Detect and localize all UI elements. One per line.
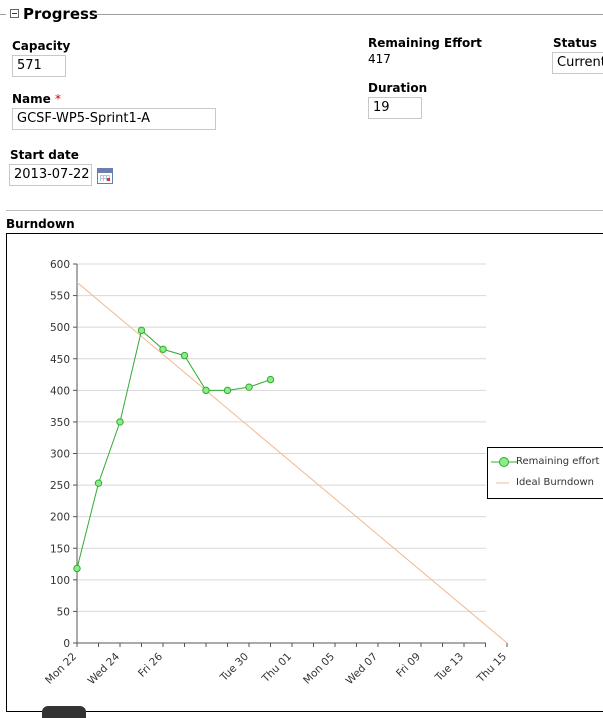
y-tick-label: 350 xyxy=(50,417,70,429)
remaining-effort-point xyxy=(116,418,124,426)
y-tick-label: 550 xyxy=(50,291,70,303)
remaining-effort-point xyxy=(266,375,275,384)
x-tick-label: Thu 15 xyxy=(474,651,509,686)
remaining-effort-point xyxy=(94,479,103,487)
x-tick-label: Tue 30 xyxy=(217,651,251,685)
remaining-effort-point xyxy=(159,345,167,353)
x-tick-label: Wed 24 xyxy=(86,650,123,687)
y-tick-label: 200 xyxy=(50,512,70,524)
chart-legend: Remaining effort Ideal Burndown xyxy=(487,447,603,499)
legend-label-remaining: Remaining effort xyxy=(516,456,600,467)
x-tick-label: Tue 13 xyxy=(432,651,466,685)
remaining-effort-point xyxy=(180,351,189,360)
y-tick-label: 300 xyxy=(50,449,70,461)
x-tick-label: Fri 26 xyxy=(136,650,165,679)
y-tick-label: 400 xyxy=(50,385,70,397)
remaining-effort-point xyxy=(137,326,146,335)
remaining-effort-line xyxy=(76,329,271,569)
y-tick-label: 50 xyxy=(57,606,70,618)
x-tick-label: Mon 05 xyxy=(301,651,337,687)
y-tick-label: 100 xyxy=(50,575,70,587)
legend-swatch-remaining xyxy=(491,457,517,467)
legend-label-ideal: Ideal Burndown xyxy=(516,477,594,488)
x-tick-label: Wed 07 xyxy=(344,651,380,687)
burndown-chart: 0 50 100 150 200 250 300 350 400 450 500 550 600 Mon … xyxy=(43,259,509,687)
remaining-effort-point xyxy=(73,564,81,573)
x-tick-label: Thu 01 xyxy=(259,651,294,686)
y-tick-label: 450 xyxy=(50,354,70,366)
x-tick-label: Mon 22 xyxy=(43,651,79,687)
y-tick-label: 150 xyxy=(50,543,70,555)
remaining-effort-point xyxy=(223,386,232,395)
y-tick-label: 500 xyxy=(50,322,70,334)
remaining-effort-point xyxy=(202,386,210,395)
y-tick-label: 0 xyxy=(63,638,70,650)
legend-swatch-ideal xyxy=(496,482,509,484)
ideal-burndown-line xyxy=(76,281,508,644)
remaining-effort-point xyxy=(245,383,253,391)
bottom-handle[interactable] xyxy=(42,706,86,718)
y-tick-label: 250 xyxy=(50,480,70,492)
x-tick-label: Fri 09 xyxy=(394,651,423,680)
y-tick-label: 600 xyxy=(50,259,70,271)
